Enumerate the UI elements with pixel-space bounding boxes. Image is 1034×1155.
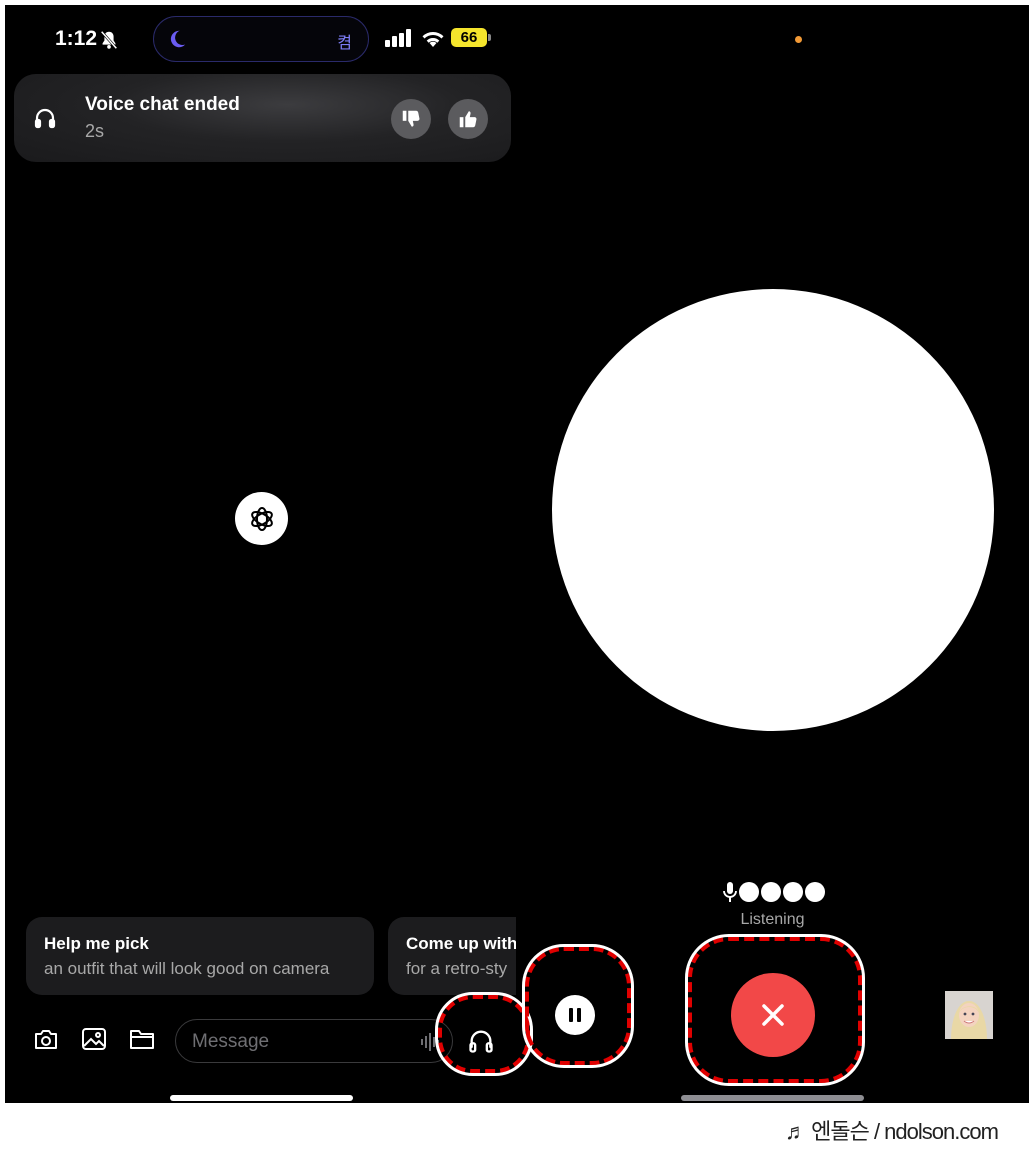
thumbs-up-button[interactable] — [448, 99, 488, 139]
level-dot — [761, 882, 781, 902]
thumbs-down-icon — [402, 110, 420, 127]
thumbs-up-icon — [459, 111, 477, 128]
banner-title: Voice chat ended — [85, 94, 240, 115]
dynamic-island: 켬 — [153, 16, 369, 62]
suggestion-detail: for a retro-sty — [406, 959, 508, 978]
battery-indicator: 66 — [451, 28, 487, 47]
watermark: ♬ 엔돌슨 / ndolson.com — [785, 1119, 999, 1144]
level-dot — [783, 882, 803, 902]
suggestion-title: Help me pick — [44, 934, 149, 953]
suggestion-card[interactable]: Come up with for a retro-sty — [388, 917, 516, 995]
privacy-indicator-dot — [795, 36, 802, 43]
highlight-annotation — [685, 934, 865, 1086]
battery-tip — [488, 34, 491, 41]
suggestion-detail: an outfit that will look good on camera — [44, 959, 330, 978]
home-indicator[interactable] — [681, 1095, 864, 1101]
bell-muted-icon — [100, 30, 118, 50]
wifi-icon — [422, 32, 444, 47]
folder-icon[interactable] — [129, 1027, 155, 1051]
microphone-icon — [723, 882, 737, 902]
openai-logo — [235, 492, 288, 545]
level-dot — [739, 882, 759, 902]
suggestion-title: Come up with — [406, 934, 516, 953]
highlight-annotation — [522, 944, 634, 1068]
voice-chat-ended-banner[interactable]: Voice chat ended 2s — [14, 74, 511, 162]
listening-status: Listening — [740, 911, 805, 928]
thumbs-down-button[interactable] — [391, 99, 431, 139]
photo-library-icon[interactable] — [81, 1027, 107, 1051]
banner-duration: 2s — [85, 121, 105, 141]
openai-knot-icon — [250, 506, 273, 531]
home-indicator[interactable] — [170, 1095, 353, 1101]
voice-orb — [552, 289, 994, 731]
listening-indicator — [723, 881, 825, 903]
message-input[interactable]: Message — [175, 1019, 453, 1063]
island-label: 켬 — [337, 35, 352, 52]
camera-icon[interactable] — [33, 1027, 59, 1051]
chat-screen: 1:12 켬 66 Voice chat ended 2s Help me pi… — [5, 5, 516, 1103]
message-placeholder: Message — [192, 1031, 270, 1052]
cellular-signal-icon — [385, 29, 411, 47]
highlight-annotation — [435, 992, 533, 1076]
headphones-icon — [34, 108, 56, 129]
screenshot-stage: 1:12 켬 66 Voice chat ended 2s Help me pi… — [0, 0, 1034, 1155]
user-avatar[interactable] — [945, 991, 993, 1039]
avatar-portrait — [945, 991, 993, 1039]
moon-icon — [170, 30, 186, 48]
status-time: 1:12 — [55, 27, 98, 50]
level-dot — [805, 882, 825, 902]
suggestion-card[interactable]: Help me pick an outfit that will look go… — [26, 917, 374, 995]
